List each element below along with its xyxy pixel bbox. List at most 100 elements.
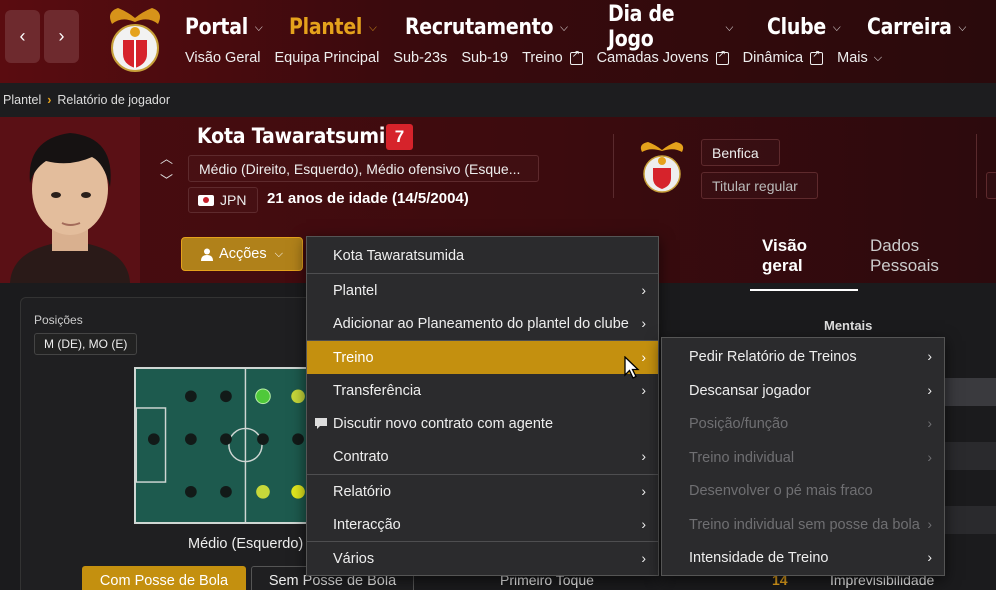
chevron-right-icon: › — [641, 516, 646, 532]
nationality-text: JPN — [220, 192, 247, 208]
club-name-text: Benfica — [712, 144, 759, 161]
next-player-button[interactable]: ﹀ — [160, 170, 173, 189]
menu-header-player: Kota Tawaratsumida — [333, 247, 465, 264]
breadcrumb-current: Relatório de jogador — [57, 93, 170, 107]
menu-item-plantel[interactable]: Plantel › — [307, 274, 658, 307]
menu-item-varios[interactable]: Vários › — [307, 542, 658, 575]
tab-visao-geral[interactable]: Visão geral — [750, 230, 858, 291]
menu-item-discutir-contrato[interactable]: Discutir novo contrato com agente — [307, 407, 658, 440]
subnav-treino[interactable]: Treino — [522, 49, 583, 66]
subnav-dinamica[interactable]: Dinâmica — [743, 49, 824, 66]
breadcrumb: Plantel › Relatório de jogador — [0, 83, 996, 117]
chevron-right-icon: › — [927, 516, 932, 532]
chevron-right-icon: › — [641, 448, 646, 464]
chevron-right-icon: › — [927, 549, 932, 565]
submenu-item-pedir-relatorio[interactable]: Pedir Relatório de Treinos › — [662, 340, 944, 373]
player-photo — [0, 117, 140, 283]
mouse-cursor-icon — [624, 356, 640, 379]
truncated-field — [986, 172, 996, 199]
submenu-item-treino-individual: Treino individual › — [689, 449, 932, 466]
external-link-icon — [715, 49, 729, 65]
menu-item-adicionar-planeamento[interactable]: Adicionar ao Planeamento do plantel do c… — [307, 307, 658, 340]
tab-dados-pessoais[interactable]: Dados Pessoais — [858, 230, 996, 291]
back-button[interactable]: ‹ — [5, 10, 40, 63]
menu-item-interaccao[interactable]: Interacção › — [307, 508, 658, 541]
chat-icon — [315, 418, 327, 429]
squad-number-badge: 7 — [386, 124, 413, 150]
nav-plantel[interactable]: Plantel ⌵ — [289, 2, 377, 52]
nav-recrutamento[interactable]: Recrutamento ⌵ — [405, 2, 568, 52]
chevron-down-icon: ﹀ — [160, 173, 174, 188]
actions-context-menu: Kota Tawaratsumida Plantel › Adicionar ao… — [306, 236, 659, 576]
club-name[interactable]: Benfica — [701, 139, 780, 166]
subnav-equipa-principal[interactable]: Equipa Principal — [275, 50, 380, 66]
subnav-sub23[interactable]: Sub-23s — [393, 50, 447, 66]
chevron-right-icon: › — [927, 449, 932, 465]
profile-tabs: Visão geral Dados Pessoais — [750, 230, 996, 291]
forward-button[interactable]: › — [44, 10, 79, 63]
chevron-right-icon: › — [641, 349, 646, 365]
player-positions: Médio (Direito, Esquerdo), Médio ofensiv… — [188, 155, 539, 182]
pitch-position-label: Médio (Esquerdo) — [188, 536, 304, 552]
chevron-down-icon: ⌵ — [725, 19, 734, 34]
actions-button[interactable]: Acções ⌵ — [181, 237, 303, 271]
sub-nav: Visão Geral Equipa Principal Sub-23s Sub… — [185, 49, 896, 67]
benfica-logo-icon[interactable] — [98, 2, 172, 76]
main-nav: Portal ⌵ Plantel ⌵ Recrutamento ⌵ Dia de Jo… — [185, 2, 996, 52]
positions-chip: M (DE), MO (E) — [34, 333, 138, 355]
chevron-right-icon: › — [641, 550, 646, 566]
breadcrumb-root[interactable]: Plantel — [3, 93, 41, 107]
squad-status-text: Titular regular — [712, 177, 798, 194]
chevron-right-icon: › — [641, 315, 646, 331]
in-possession-button[interactable]: Com Posse de Bola — [82, 566, 246, 590]
menu-item-transferencia[interactable]: Transferência › — [307, 374, 658, 407]
external-link-icon — [810, 49, 824, 65]
chevron-down-icon: ⌵ — [254, 19, 263, 34]
training-submenu: Pedir Relatório de Treinos › Descansar jo… — [661, 337, 945, 576]
chevron-right-icon: › — [641, 382, 646, 398]
subnav-visao-geral[interactable]: Visão Geral — [185, 50, 261, 66]
submenu-item-treino-sem-posse: Treino individual sem posse da bola › — [689, 516, 932, 533]
chevron-right-icon: › — [641, 483, 646, 499]
chevron-down-icon: ⌵ — [274, 247, 283, 260]
position-pitch[interactable] — [134, 367, 314, 524]
chevron-right-icon: › — [58, 26, 65, 46]
chevron-down-icon: ⌵ — [873, 51, 883, 64]
menu-item-treino[interactable]: Treino › — [307, 341, 658, 374]
player-age: 21 anos de idade (14/5/2004) — [267, 190, 469, 207]
subnav-sub19[interactable]: Sub-19 — [461, 50, 508, 66]
divider — [613, 134, 614, 198]
chevron-down-icon: ⌵ — [833, 19, 841, 34]
chevron-right-icon: › — [641, 282, 646, 298]
chevron-left-icon: ‹ — [19, 26, 26, 46]
chevron-right-icon: › — [927, 348, 932, 364]
nav-portal[interactable]: Portal ⌵ — [185, 2, 263, 52]
player-positions-text: Médio (Direito, Esquerdo), Médio ofensiv… — [199, 160, 521, 177]
menu-item-relatorio[interactable]: Relatório › — [307, 475, 658, 508]
club-crest-icon[interactable] — [634, 138, 690, 196]
subnav-camadas-jovens[interactable]: Camadas Jovens — [597, 49, 729, 66]
nav-carreira[interactable]: Carreira ⌵ — [867, 2, 966, 52]
nav-dia-de-jogo[interactable]: Dia de Jogo ⌵ — [608, 2, 733, 52]
chevron-right-icon: › — [927, 382, 932, 398]
squad-status: Titular regular — [701, 172, 818, 199]
external-link-icon — [569, 49, 583, 65]
divider — [976, 134, 977, 198]
nav-clube[interactable]: Clube ⌵ — [767, 2, 841, 52]
submenu-item-pe-mais-fraco: Desenvolver o pé mais fraco — [689, 482, 873, 499]
chevron-up-icon: ︿ — [160, 151, 174, 166]
person-icon — [201, 248, 214, 261]
positions-title: Posições — [34, 313, 83, 327]
nationality-badge[interactable]: JPN — [188, 187, 258, 213]
chevron-right-icon: › — [47, 93, 52, 107]
menu-item-contrato[interactable]: Contrato › — [307, 440, 658, 473]
submenu-item-descansar[interactable]: Descansar jogador › — [662, 374, 944, 407]
submenu-item-posicao-funcao: Posição/função › — [689, 415, 932, 432]
submenu-item-intensidade[interactable]: Intensidade de Treino › — [662, 541, 944, 574]
subnav-mais[interactable]: Mais ⌵ — [837, 50, 882, 66]
chevron-down-icon: ⌵ — [958, 19, 966, 34]
japan-flag-icon — [198, 194, 214, 206]
chevron-right-icon: › — [927, 415, 932, 431]
previous-player-button[interactable]: ︿ — [160, 148, 173, 167]
mental-attributes-header: Mentais — [824, 318, 873, 333]
